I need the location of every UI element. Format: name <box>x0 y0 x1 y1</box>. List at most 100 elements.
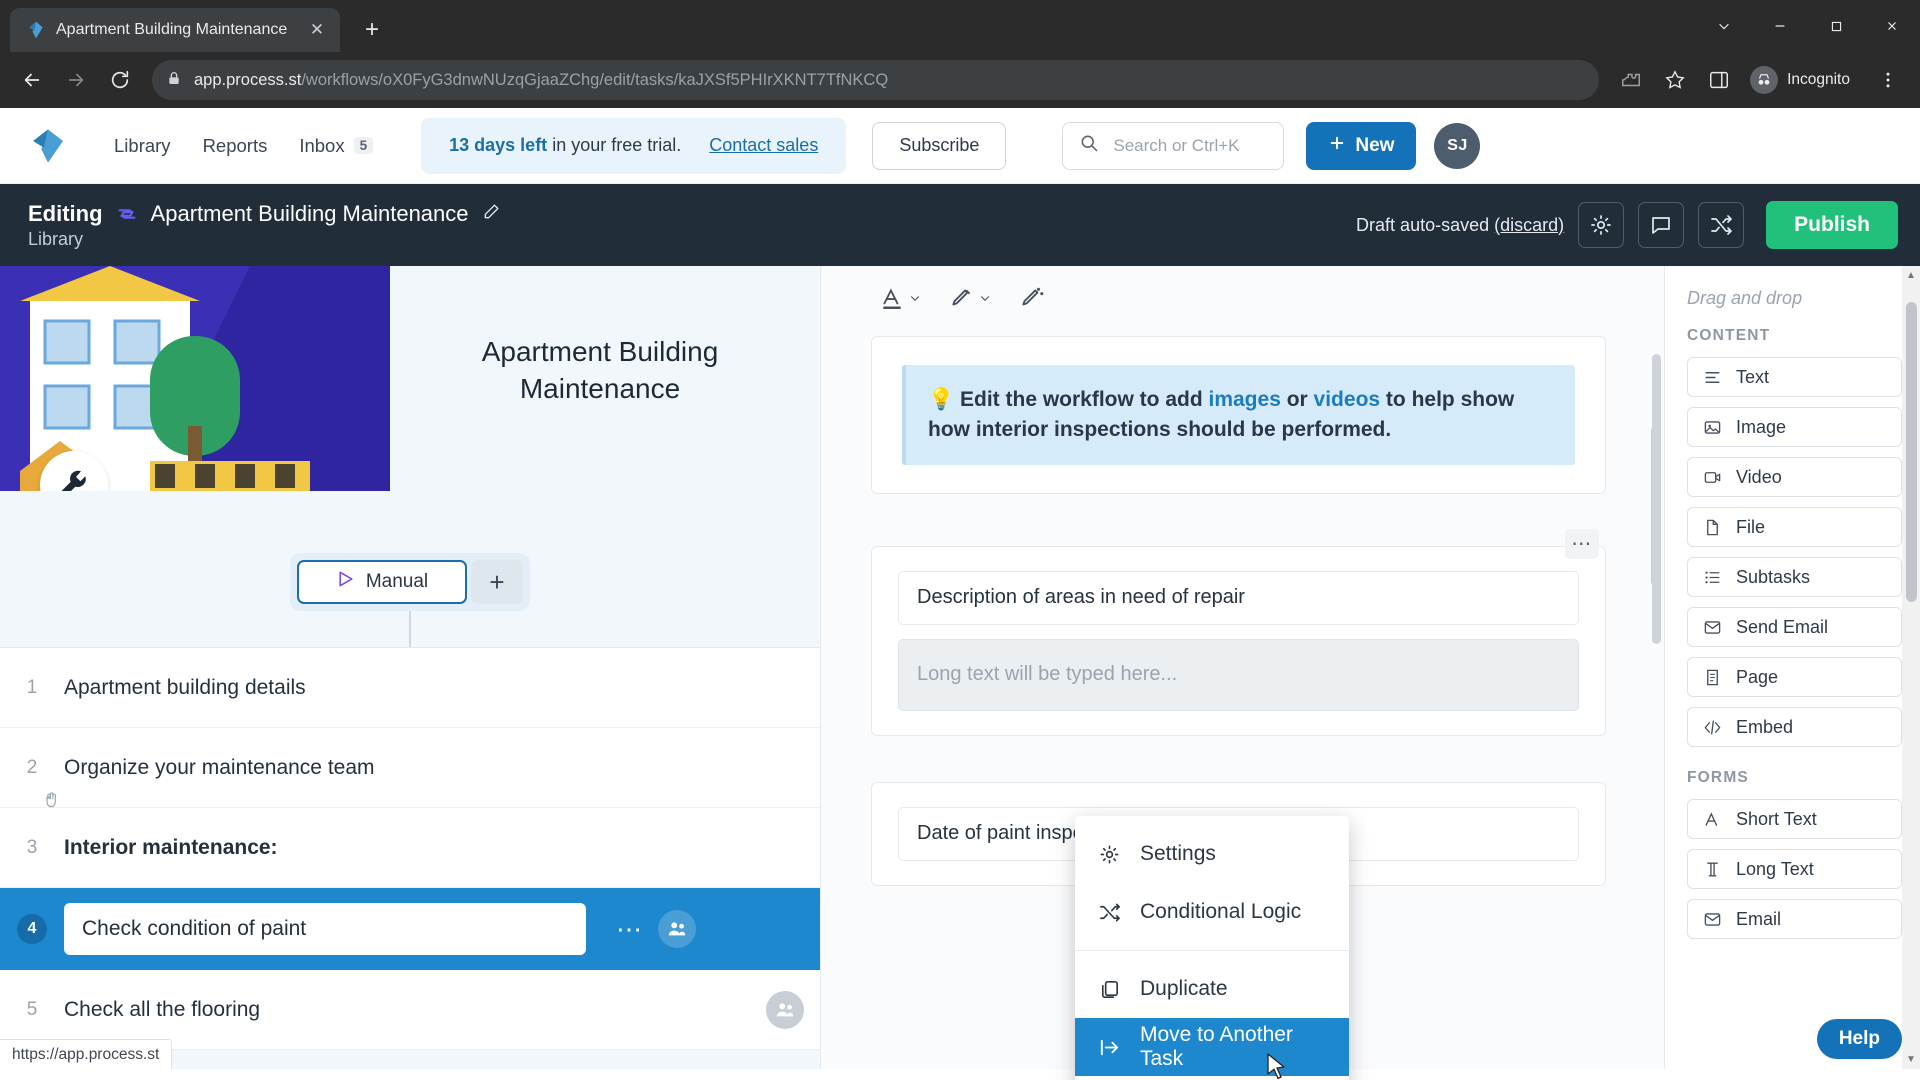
component-email-field[interactable]: Email <box>1687 899 1902 939</box>
file-icon <box>1703 518 1723 537</box>
publish-button[interactable]: Publish <box>1766 201 1898 249</box>
reload-icon[interactable] <box>100 60 140 100</box>
pencil-edit-icon[interactable] <box>482 201 502 226</box>
conditional-logic-icon[interactable] <box>1698 202 1745 248</box>
task-row[interactable]: 3 Interior maintenance: <box>0 808 820 888</box>
minimize-icon[interactable] <box>1752 0 1808 52</box>
window-close-icon[interactable] <box>1864 0 1920 52</box>
comment-icon[interactable] <box>1638 202 1685 248</box>
new-button[interactable]: New <box>1306 121 1417 170</box>
video-icon <box>1703 468 1723 487</box>
tip-link-images[interactable]: images <box>1209 388 1281 411</box>
long-text-icon <box>1703 860 1723 879</box>
avatar[interactable]: SJ <box>1434 122 1481 169</box>
play-icon <box>336 569 356 595</box>
search-input[interactable]: Search or Ctrl+K <box>1062 121 1285 170</box>
tasks-panel: Apartment Building Maintenance Manual + … <box>0 266 820 1069</box>
task-row[interactable]: 5 Check all the flooring <box>0 970 820 1050</box>
task-row[interactable]: 1 Apartment building details <box>0 648 820 728</box>
context-menu-item-settings[interactable]: Settings <box>1075 825 1349 883</box>
editing-label: Editing <box>28 200 103 226</box>
nav-item-reports[interactable]: Reports <box>187 135 284 157</box>
image-icon <box>1703 418 1723 437</box>
trial-message: 13 days left in your free trial. <box>449 135 681 156</box>
add-trigger-button[interactable]: + <box>471 560 523 604</box>
component-label: Email <box>1736 908 1782 929</box>
trial-days-left: 13 days left <box>449 135 548 155</box>
component-subtasks[interactable]: Subtasks <box>1687 557 1902 597</box>
workflow-title-row: Editing Apartment Building Maintenance <box>28 201 502 227</box>
breadcrumb[interactable]: Library <box>28 229 502 250</box>
component-embed[interactable]: Embed <box>1687 707 1902 747</box>
component-long-text[interactable]: Long Text <box>1687 849 1902 889</box>
component-text[interactable]: Text <box>1687 357 1902 397</box>
task-number-badge: 4 <box>17 914 47 944</box>
back-arrow-icon[interactable] <box>12 60 52 100</box>
close-icon[interactable]: ✕ <box>304 17 330 43</box>
page-scrollbar[interactable]: ▲ ▼ <box>1902 266 1920 1069</box>
process-street-logo[interactable] <box>28 126 68 166</box>
url-domain: app.process.st <box>194 70 302 89</box>
email-field-icon <box>1703 910 1723 929</box>
context-menu-label: Move to Another Task <box>1140 1023 1293 1070</box>
browser-tab[interactable]: Apartment Building Maintenance ✕ <box>10 8 340 52</box>
puzzle-icon[interactable] <box>1611 60 1651 100</box>
field-label-input[interactable]: Description of areas in need of repair <box>898 570 1579 625</box>
tip-text-part2: or <box>1280 388 1314 411</box>
context-menu-separator <box>1075 950 1349 951</box>
assign-members-icon[interactable] <box>766 990 804 1029</box>
side-panel-icon[interactable] <box>1699 60 1739 100</box>
context-menu-item-move-to-another-task[interactable]: Move to Another Task <box>1075 1018 1349 1076</box>
nav-item-inbox[interactable]: Inbox 5 <box>283 135 389 157</box>
task-name-input[interactable]: Check condition of paint <box>64 903 586 955</box>
duplicate-icon <box>1097 978 1121 1001</box>
browser-chrome: Apartment Building Maintenance ✕ + app.p… <box>0 0 1920 108</box>
forward-arrow-icon[interactable] <box>56 60 96 100</box>
component-send-email[interactable]: Send Email <box>1687 607 1902 647</box>
discard-link[interactable]: (discard) <box>1494 215 1564 235</box>
more-options-icon[interactable]: ⋯ <box>1565 528 1599 559</box>
tip-link-videos[interactable]: videos <box>1314 388 1381 411</box>
component-video[interactable]: Video <box>1687 457 1902 497</box>
kebab-menu-icon[interactable] <box>1868 60 1908 100</box>
chevron-down-icon[interactable] <box>1696 0 1752 52</box>
nav-label: Inbox <box>299 134 345 156</box>
gear-icon[interactable] <box>1578 202 1625 248</box>
clear-formatting-icon[interactable] <box>1019 285 1045 311</box>
scroll-down-arrow-icon[interactable]: ▼ <box>1905 1054 1917 1065</box>
component-page[interactable]: Page <box>1687 657 1902 697</box>
maximize-icon[interactable] <box>1808 0 1864 52</box>
text-color-icon[interactable] <box>879 285 921 311</box>
task-row-selected[interactable]: 4 Check condition of paint ⋯ <box>0 888 820 970</box>
trigger-manual-chip[interactable]: Manual <box>297 560 467 604</box>
scroll-up-arrow-icon[interactable]: ▲ <box>1905 270 1917 281</box>
nav-item-library[interactable]: Library <box>98 135 187 157</box>
workflow-name[interactable]: Apartment Building Maintenance <box>151 201 469 227</box>
plus-icon[interactable]: + <box>354 12 390 48</box>
inbox-count-badge: 5 <box>353 137 374 154</box>
incognito-profile-button[interactable]: Incognito <box>1743 62 1864 98</box>
context-menu-item-move-up[interactable]: Move Up <box>1075 1076 1349 1080</box>
trigger-connector-line <box>409 611 411 647</box>
context-menu-label: Duplicate <box>1140 977 1228 1000</box>
assign-members-icon[interactable] <box>658 910 696 948</box>
task-name: Organize your maintenance team <box>64 755 375 779</box>
context-menu-item-duplicate[interactable]: Duplicate <box>1075 960 1349 1018</box>
contact-sales-link[interactable]: Contact sales <box>709 135 818 156</box>
more-options-icon[interactable]: ⋯ <box>602 914 658 945</box>
subscribe-button[interactable]: Subscribe <box>872 121 1007 170</box>
component-file[interactable]: File <box>1687 507 1902 547</box>
page-scrollbar-thumb[interactable] <box>1906 302 1917 602</box>
star-icon[interactable] <box>1655 60 1695 100</box>
help-button[interactable]: Help <box>1816 1019 1902 1059</box>
url-path: /workflows/oX0FyG3dnwNUzqGjaaZChg/edit/t… <box>301 70 889 89</box>
long-text-placeholder[interactable]: Long text will be typed here... <box>898 638 1579 711</box>
inner-scrollbar-thumb[interactable] <box>1652 354 1661 644</box>
highlighter-icon[interactable] <box>949 285 991 311</box>
component-short-text[interactable]: Short Text <box>1687 799 1902 839</box>
context-menu-item-conditional-logic[interactable]: Conditional Logic <box>1075 883 1349 941</box>
long-text-field-card: ⋯ Description of areas in need of repair… <box>871 528 1606 736</box>
task-row[interactable]: 2 Organize your maintenance team <box>0 728 820 808</box>
address-bar[interactable]: app.process.st/workflows/oX0FyG3dnwNUzqG… <box>152 60 1600 100</box>
component-image[interactable]: Image <box>1687 407 1902 447</box>
